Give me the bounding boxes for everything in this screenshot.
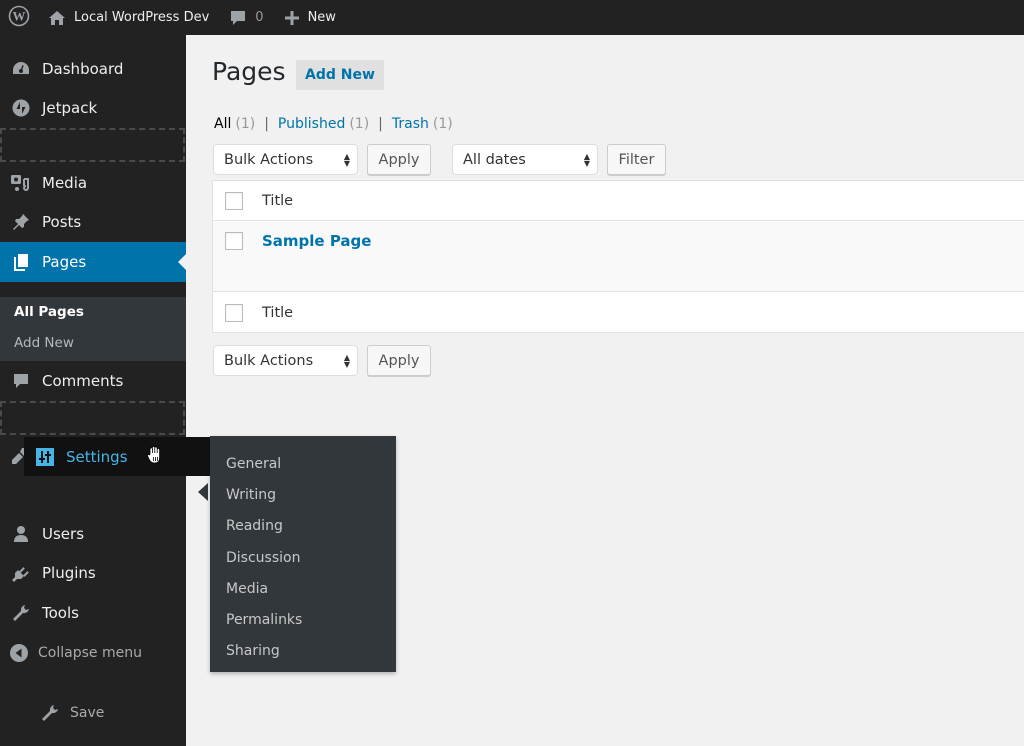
flyout-item-media[interactable]: Media: [210, 573, 396, 604]
row-title-link[interactable]: Sample Page: [262, 232, 371, 250]
add-new-button[interactable]: Add New: [296, 60, 384, 90]
plugin-icon: [0, 563, 42, 583]
settings-icon: [24, 447, 66, 466]
wordpress-logo-icon: W: [8, 5, 30, 31]
pin-icon: [0, 212, 42, 232]
svg-text:W: W: [13, 8, 26, 23]
active-indicator: [178, 254, 186, 270]
filter-all-link[interactable]: All: [214, 116, 231, 132]
sidebar-item-label: Media: [42, 174, 88, 192]
sidebar-item-tools[interactable]: Tools: [0, 593, 186, 633]
select-arrows-icon: ▲ ▼: [583, 152, 590, 168]
select-arrows-icon: ▲ ▼: [343, 152, 350, 168]
bulk-actions-select-bottom[interactable]: Bulk Actions ▲ ▼: [213, 345, 358, 376]
sidebar-item-comments[interactable]: Comments: [0, 361, 186, 401]
flyout-item-sharing[interactable]: Sharing: [210, 636, 396, 667]
sidebar-item-label: Pages: [42, 253, 87, 271]
filter-all-count: (1): [235, 116, 256, 132]
page-title: Pages: [212, 57, 286, 86]
save-label: Save: [70, 705, 105, 721]
wp-logo-button[interactable]: W: [0, 0, 38, 35]
comment-icon: [229, 9, 247, 27]
admin-bar: W Local WordPress Dev 0 New: [0, 0, 1024, 35]
filter-published-count: (1): [349, 116, 370, 132]
flyout-item-discussion[interactable]: Discussion: [210, 542, 396, 573]
column-header-title[interactable]: Title: [262, 193, 293, 209]
save-button[interactable]: Save: [40, 703, 104, 723]
comments-count: 0: [255, 10, 264, 25]
new-content-link[interactable]: New: [274, 0, 346, 35]
sidebar-item-media[interactable]: Media: [0, 163, 186, 203]
apply-button-top[interactable]: Apply: [367, 144, 431, 175]
dates-value: All dates: [463, 151, 526, 168]
user-icon: [0, 525, 42, 543]
filter-trash-link[interactable]: Trash: [392, 116, 429, 132]
dates-select[interactable]: All dates ▲ ▼: [452, 144, 598, 175]
media-icon: [0, 173, 42, 193]
submenu-all-pages[interactable]: All Pages: [14, 304, 84, 320]
sidebar-item-label: Plugins: [42, 564, 96, 582]
wrench-icon: [40, 703, 60, 723]
separator: |: [264, 116, 269, 132]
filter-button[interactable]: Filter: [607, 144, 666, 175]
sidebar-item-users[interactable]: Users: [0, 514, 186, 554]
select-all-checkbox[interactable]: [225, 191, 243, 210]
flyout-item-reading[interactable]: Reading: [210, 511, 396, 542]
pages-icon: [0, 252, 42, 272]
sidebar-item-label: Jetpack: [42, 99, 98, 117]
menu-separator-dropzone: [0, 128, 185, 162]
collapse-menu-label: Collapse menu: [38, 645, 142, 661]
sidebar-item-label: Users: [42, 525, 85, 543]
table-row: Sample Page: [213, 222, 1024, 292]
menu-separator-dropzone: [0, 401, 185, 435]
comments-link[interactable]: 0: [219, 0, 273, 35]
settings-flyout-menu: General Writing Reading Discussion Media…: [210, 436, 396, 672]
column-footer-title[interactable]: Title: [262, 305, 293, 321]
sidebar-item-label: Tools: [42, 604, 79, 622]
sidebar-item-label: Comments: [42, 372, 124, 390]
sidebar-item-posts[interactable]: Posts: [0, 202, 186, 242]
flyout-pointer: [198, 483, 208, 501]
sidebar-item-plugins[interactable]: Plugins: [0, 553, 186, 593]
site-name: Local WordPress Dev: [74, 10, 210, 25]
sidebar-item-pages[interactable]: Pages: [0, 242, 186, 282]
select-arrows-icon: ▲ ▼: [343, 353, 350, 369]
table-header-row: Title: [213, 181, 1024, 221]
pages-submenu: All Pages Add New: [0, 297, 186, 361]
collapse-menu-button[interactable]: Collapse menu: [0, 635, 186, 671]
submenu-add-new[interactable]: Add New: [14, 335, 74, 351]
new-label: New: [307, 10, 336, 25]
comment-icon: [0, 372, 42, 390]
filter-published-link[interactable]: Published: [278, 116, 345, 132]
flyout-item-writing[interactable]: Writing: [210, 479, 396, 510]
sidebar-item-label: Posts: [42, 213, 82, 231]
table-footer-row: Title: [213, 293, 1024, 333]
flyout-item-general[interactable]: General: [210, 448, 396, 479]
flyout-item-permalinks[interactable]: Permalinks: [210, 604, 396, 635]
sidebar-item-label: Settings: [66, 447, 128, 466]
bulk-actions-value: Bulk Actions: [224, 352, 314, 369]
site-name-link[interactable]: Local WordPress Dev: [38, 0, 219, 35]
sidebar-item-jetpack[interactable]: Jetpack: [0, 88, 186, 128]
plus-icon: [284, 10, 300, 26]
dashboard-icon: [0, 60, 42, 78]
sidebar-item-dashboard[interactable]: Dashboard: [0, 49, 186, 89]
wrench-icon: [0, 603, 42, 623]
pages-table: Title Sample Page Title: [212, 180, 1024, 333]
sidebar-item-label: Dashboard: [42, 60, 124, 78]
row-checkbox[interactable]: [225, 232, 243, 250]
status-filter-links: All (1) | Published (1) | Trash (1): [214, 116, 453, 132]
admin-sidebar: Dashboard Jetpack Media Posts Pages All …: [0, 35, 186, 746]
bulk-actions-value: Bulk Actions: [224, 151, 314, 168]
home-icon: [48, 10, 66, 26]
bulk-actions-select-top[interactable]: Bulk Actions ▲ ▼: [213, 144, 358, 175]
sidebar-item-settings[interactable]: Settings: [24, 437, 210, 476]
collapse-arrow-icon: [0, 643, 38, 663]
select-all-checkbox-footer[interactable]: [225, 304, 243, 322]
filter-trash-count: (1): [432, 116, 453, 132]
separator: |: [378, 116, 383, 132]
hand-cursor-icon: [146, 445, 164, 469]
jetpack-icon: [0, 98, 42, 118]
apply-button-bottom[interactable]: Apply: [367, 345, 431, 376]
